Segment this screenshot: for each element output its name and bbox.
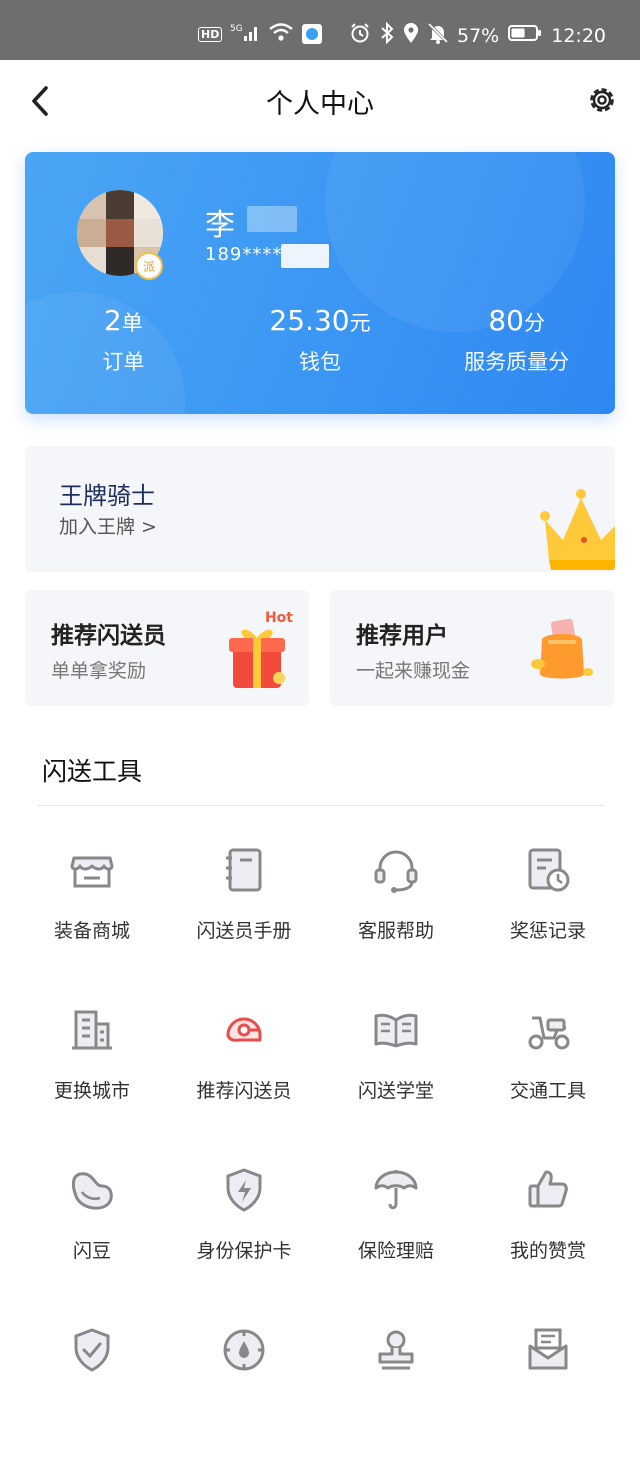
status-left-icons: HD 5G	[198, 22, 323, 46]
stat-label: 服务质量分	[464, 350, 570, 374]
app-notification-icon	[302, 24, 323, 44]
svg-text:5G: 5G	[230, 24, 243, 34]
tool-label: 奖惩记录	[509, 920, 586, 942]
refer-user-card[interactable]: 推荐用户 一起来赚现金	[330, 590, 614, 706]
page-title: 个人中心	[266, 89, 374, 120]
tool-label: 闪豆	[72, 1240, 111, 1262]
user-phone: 189****	[205, 244, 283, 265]
user-name: 李	[205, 208, 235, 243]
tool-courier-academy[interactable]: 闪送学堂	[320, 1000, 472, 1160]
status-bar: HD 5G 57% 12:20	[0, 0, 640, 60]
tool-label: 闪送学堂	[357, 1080, 434, 1102]
tool-courier-handbook[interactable]: 闪送员手册	[168, 840, 320, 1000]
refer-courier-title: 推荐闪送员	[51, 623, 166, 649]
stat-label: 订单	[102, 350, 145, 374]
stat-wallet[interactable]: 25.30元 钱包	[222, 302, 419, 376]
tools-grid: 装备商城 闪送员手册 客服帮助 奖惩记录 更换城市 推荐闪送员 闪送学堂 交通工…	[16, 840, 624, 1480]
scooter-icon	[528, 1016, 570, 1050]
money-bag-icon	[531, 618, 593, 679]
tool-vehicle[interactable]: 交通工具	[472, 1000, 624, 1160]
stat-unit: 单	[121, 311, 143, 335]
mute-icon	[427, 22, 449, 49]
tool-label: 客服帮助	[357, 920, 434, 942]
phone-redaction	[281, 244, 329, 268]
bean-icon	[71, 1172, 113, 1210]
tool-equipment-store[interactable]: 装备商城	[16, 840, 168, 1000]
tool-label: 交通工具	[509, 1080, 586, 1102]
tool-stamp[interactable]	[320, 1320, 472, 1480]
bluetooth-icon	[380, 21, 394, 49]
helmet-icon	[226, 1017, 262, 1042]
stat-label: 钱包	[299, 350, 341, 374]
battery-percent: 57%	[457, 24, 500, 47]
tool-label: 装备商城	[53, 920, 130, 942]
ace-knight-banner[interactable]: 王牌骑士 加入王牌 >	[25, 446, 615, 572]
stats-row: 2单 订单 25.30元 钱包 80分 服务质量分	[25, 302, 615, 376]
5g-signal-icon: 5G	[230, 22, 260, 46]
courier-badge: 派	[135, 252, 163, 280]
refer-user-subtitle: 一起来赚现金	[356, 660, 471, 682]
stat-service-score[interactable]: 80分 服务质量分	[418, 302, 615, 376]
tool-my-appreciation[interactable]: 我的赞赏	[472, 1160, 624, 1320]
umbrella-icon	[374, 1170, 418, 1210]
gauge-drop-icon	[223, 1329, 265, 1371]
tool-gauge[interactable]	[168, 1320, 320, 1480]
wifi-icon	[268, 22, 294, 46]
battery-icon	[508, 23, 542, 48]
shield-check-icon	[74, 1328, 110, 1372]
gift-box-icon	[229, 629, 285, 688]
tool-mailbox[interactable]	[472, 1320, 624, 1480]
tool-label: 更换城市	[53, 1080, 130, 1102]
tool-reward-penalty-record[interactable]: 奖惩记录	[472, 840, 624, 1000]
crown-icon	[540, 489, 615, 570]
handbook-icon	[226, 848, 262, 892]
status-right-icons: 57% 12:20	[349, 21, 606, 49]
ace-knight-title: 王牌骑士	[59, 482, 155, 510]
mailbox-icon	[528, 1328, 568, 1370]
tool-flash-bean[interactable]: 闪豆	[16, 1160, 168, 1320]
tool-security[interactable]	[16, 1320, 168, 1480]
tool-identity-protection-card[interactable]: 身份保护卡	[168, 1160, 320, 1320]
stat-value: 80	[488, 304, 524, 337]
hd-icon: HD	[198, 26, 223, 42]
section-divider	[38, 805, 604, 806]
name-redaction	[247, 206, 297, 232]
refer-courier-subtitle: 单单拿奖励	[51, 660, 147, 682]
tool-label: 保险理赔	[357, 1240, 434, 1262]
tool-customer-service[interactable]: 客服帮助	[320, 840, 472, 1000]
tool-refer-courier[interactable]: 推荐闪送员	[168, 1000, 320, 1160]
record-clock-icon	[528, 848, 570, 892]
book-icon	[374, 1013, 418, 1048]
clock-time: 12:20	[551, 24, 606, 47]
settings-button[interactable]	[586, 84, 618, 116]
tool-label: 我的赞赏	[509, 1240, 586, 1262]
location-icon	[403, 22, 419, 49]
stamp-icon	[378, 1330, 414, 1370]
shield-bolt-icon	[226, 1168, 262, 1212]
tools-section-title: 闪送工具	[42, 757, 143, 786]
alarm-icon	[349, 22, 371, 49]
profile-card[interactable]: 派 李 189**** 2单 订单 25.30元 钱包 80分 服务质量分	[25, 152, 615, 414]
refer-user-title: 推荐用户	[356, 623, 448, 649]
refer-courier-card[interactable]: 推荐闪送员 单单拿奖励 Hot	[25, 590, 309, 706]
gear-icon	[590, 88, 614, 112]
stat-value: 25.30	[269, 304, 350, 337]
stat-orders[interactable]: 2单 订单	[25, 302, 222, 376]
tool-label: 闪送员手册	[196, 920, 292, 942]
buildings-icon	[72, 1010, 112, 1050]
tool-change-city[interactable]: 更换城市	[16, 1000, 168, 1160]
thumbs-up-icon	[528, 1170, 568, 1208]
stat-unit: 元	[349, 311, 371, 335]
store-icon	[70, 856, 114, 888]
headset-icon	[374, 850, 418, 893]
stat-value: 2	[103, 304, 122, 337]
tool-label: 身份保护卡	[196, 1240, 292, 1262]
tool-label: 推荐闪送员	[196, 1080, 292, 1102]
stat-unit: 分	[524, 311, 545, 335]
top-bar: 个人中心	[0, 60, 640, 144]
tool-insurance-claim[interactable]: 保险理赔	[320, 1160, 472, 1320]
join-ace-link[interactable]: 加入王牌 >	[59, 512, 157, 539]
